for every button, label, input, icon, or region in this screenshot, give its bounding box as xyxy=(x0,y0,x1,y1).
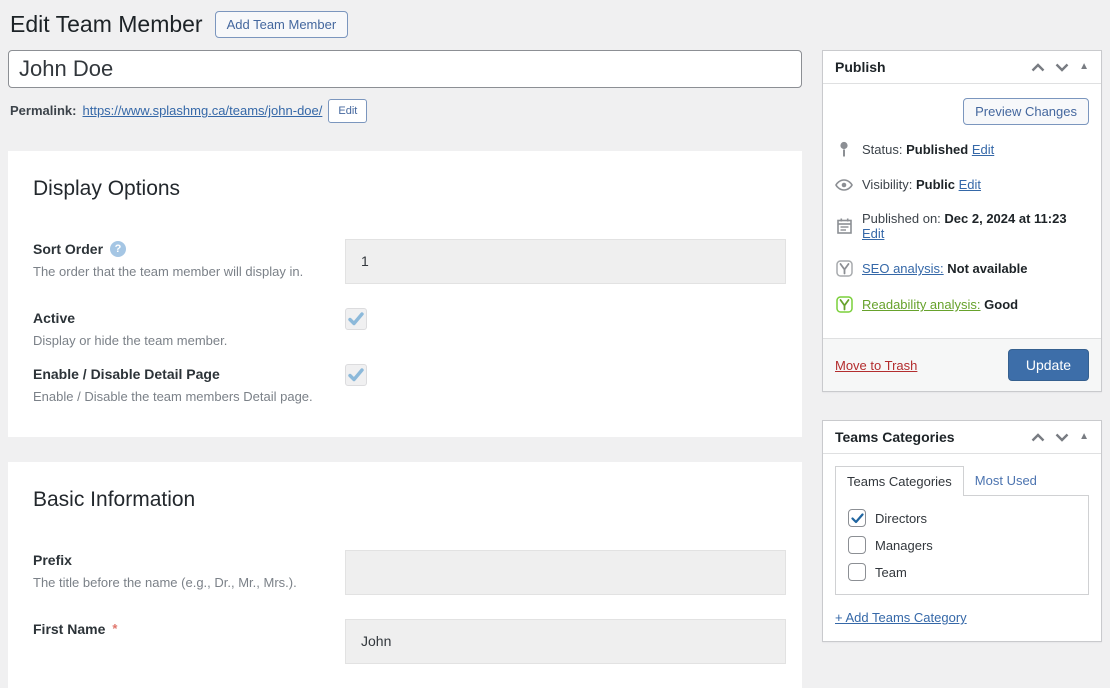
visibility-value: Public xyxy=(916,177,955,192)
sort-order-field-row: Sort Order ? The order that the team mem… xyxy=(33,239,785,284)
seo-analysis-link[interactable]: SEO analysis: xyxy=(862,261,944,276)
basic-information-card: Basic Information Prefix The title befor… xyxy=(8,462,802,688)
move-to-trash-link[interactable]: Move to Trash xyxy=(835,358,917,373)
tab-most-used[interactable]: Most Used xyxy=(964,466,1048,495)
preview-changes-button[interactable]: Preview Changes xyxy=(963,98,1089,125)
visibility-row: Visibility: Public Edit xyxy=(835,177,1089,192)
publish-box-title: Publish xyxy=(835,59,886,75)
first-name-label: First Name xyxy=(33,621,105,637)
add-team-member-button[interactable]: Add Team Member xyxy=(215,11,349,38)
published-on-value: Dec 2, 2024 at 11:23 xyxy=(944,211,1066,226)
category-label: Directors xyxy=(875,511,927,526)
directors-checkbox[interactable] xyxy=(848,509,866,527)
prefix-field-row: Prefix The title before the name (e.g., … xyxy=(33,550,785,595)
publish-box-body: Preview Changes Status: Published Edit xyxy=(823,84,1101,338)
first-name-field-row: First Name * xyxy=(33,619,785,664)
page-title: Edit Team Member xyxy=(10,10,203,40)
sort-order-label: Sort Order xyxy=(33,241,103,257)
status-row: Status: Published Edit xyxy=(835,141,1089,158)
post-title-input[interactable] xyxy=(8,50,802,88)
page-header: Edit Team Member Add Team Member xyxy=(10,10,802,40)
sidebar: Publish ▲ Preview Changes xyxy=(822,50,1102,642)
seo-analysis-row: SEO analysis: Not available xyxy=(835,260,1089,277)
readability-analysis-link[interactable]: Readability analysis: xyxy=(862,297,981,312)
first-name-input[interactable] xyxy=(345,619,786,664)
check-icon xyxy=(348,368,364,382)
permalink-edit-button[interactable]: Edit xyxy=(328,99,367,123)
display-options-heading: Display Options xyxy=(33,177,785,201)
category-label: Managers xyxy=(875,538,933,553)
prefix-label: Prefix xyxy=(33,552,345,568)
team-checkbox[interactable] xyxy=(848,563,866,581)
permalink-row: Permalink: https://www.splashmg.ca/teams… xyxy=(10,99,802,123)
move-down-icon[interactable] xyxy=(1055,63,1069,72)
main-column: Edit Team Member Add Team Member Permali… xyxy=(8,8,802,688)
detail-page-field-row: Enable / Disable Detail Page Enable / Di… xyxy=(33,364,785,407)
permalink-link[interactable]: https://www.splashmg.ca/teams/john-doe/ xyxy=(82,103,322,118)
status-edit-link[interactable]: Edit xyxy=(972,142,994,157)
publish-box-header: Publish ▲ xyxy=(823,51,1101,84)
status-value: Published xyxy=(906,142,968,157)
move-up-icon[interactable] xyxy=(1031,433,1045,442)
active-description: Display or hide the team member. xyxy=(33,332,345,351)
add-teams-category-link[interactable]: + Add Teams Category xyxy=(835,610,967,625)
sort-order-description: The order that the team member will disp… xyxy=(33,263,345,282)
collapse-toggle-icon[interactable]: ▲ xyxy=(1079,432,1089,442)
published-on-row: Published on: Dec 2, 2024 at 11:23 Edit xyxy=(835,211,1089,241)
published-on-label: Published on: xyxy=(862,211,941,226)
edit-team-member-page: Edit Team Member Add Team Member Permali… xyxy=(0,0,1110,688)
category-item-managers[interactable]: Managers xyxy=(848,536,1076,554)
collapse-toggle-icon[interactable]: ▲ xyxy=(1079,62,1089,72)
publish-box: Publish ▲ Preview Changes xyxy=(822,50,1102,392)
detail-page-checkbox[interactable] xyxy=(345,364,367,386)
teams-categories-body: Teams Categories Most Used Directors xyxy=(823,454,1101,641)
prefix-input[interactable] xyxy=(345,550,786,595)
check-icon xyxy=(348,312,364,326)
detail-page-label: Enable / Disable Detail Page xyxy=(33,366,345,382)
eye-icon xyxy=(835,179,853,191)
seo-analysis-value: Not available xyxy=(947,261,1027,276)
published-on-edit-link[interactable]: Edit xyxy=(862,226,884,241)
category-label: Team xyxy=(875,565,907,580)
category-item-directors[interactable]: Directors xyxy=(848,509,1076,527)
teams-categories-box: Teams Categories ▲ Teams Categories Most… xyxy=(822,420,1102,642)
sort-order-input[interactable] xyxy=(345,239,786,284)
teams-categories-title: Teams Categories xyxy=(835,429,955,445)
yoast-readability-icon xyxy=(835,296,853,313)
permalink-label: Permalink: xyxy=(10,103,76,118)
active-label: Active xyxy=(33,310,345,326)
managers-checkbox[interactable] xyxy=(848,536,866,554)
visibility-label: Visibility: xyxy=(862,177,912,192)
check-icon xyxy=(851,513,864,524)
readability-analysis-value: Good xyxy=(984,297,1018,312)
update-button[interactable]: Update xyxy=(1008,349,1089,381)
category-item-team[interactable]: Team xyxy=(848,563,1076,581)
move-up-icon[interactable] xyxy=(1031,63,1045,72)
status-label: Status: xyxy=(862,142,902,157)
prefix-description: The title before the name (e.g., Dr., Mr… xyxy=(33,574,345,593)
display-options-card: Display Options Sort Order ? The order t… xyxy=(8,151,802,437)
detail-page-description: Enable / Disable the team members Detail… xyxy=(33,388,345,407)
visibility-edit-link[interactable]: Edit xyxy=(959,177,981,192)
teams-categories-header: Teams Categories ▲ xyxy=(823,421,1101,454)
active-checkbox[interactable] xyxy=(345,308,367,330)
basic-information-heading: Basic Information xyxy=(33,488,785,512)
publishing-actions: Move to Trash Update xyxy=(823,338,1101,391)
help-icon[interactable]: ? xyxy=(110,241,126,257)
tab-teams-categories[interactable]: Teams Categories xyxy=(835,466,964,496)
pin-icon xyxy=(835,141,853,158)
calendar-icon xyxy=(835,218,853,234)
move-down-icon[interactable] xyxy=(1055,433,1069,442)
active-field-row: Active Display or hide the team member. xyxy=(33,308,785,351)
readability-analysis-row: Readability analysis: Good xyxy=(835,296,1089,313)
category-checklist: Directors Managers Team xyxy=(835,495,1089,595)
category-tabs: Teams Categories Most Used xyxy=(835,466,1089,495)
required-marker: * xyxy=(112,621,117,636)
yoast-seo-icon xyxy=(835,260,853,277)
